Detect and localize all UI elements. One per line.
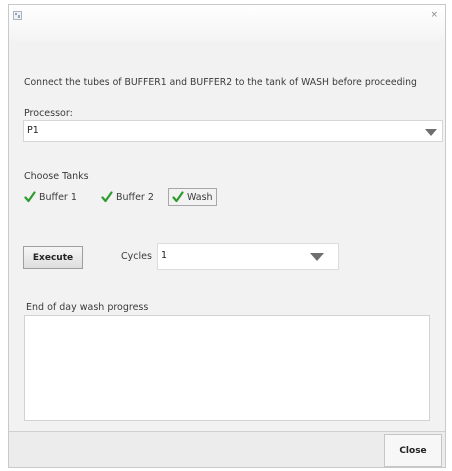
checkmark-icon — [24, 191, 36, 203]
cycles-value: 1 — [161, 250, 168, 261]
footer-bar: Close — [9, 431, 445, 467]
cycles-label: Cycles — [121, 251, 152, 262]
processor-value: P1 — [27, 125, 39, 136]
checkbox-label: Buffer 1 — [39, 191, 77, 203]
cycles-select[interactable]: 1 — [157, 243, 339, 270]
processor-select[interactable]: P1 — [23, 120, 443, 142]
checkbox-buffer-2[interactable]: Buffer 2 — [98, 188, 157, 206]
progress-label: End of day wash progress — [26, 302, 149, 313]
checkbox-wash[interactable]: Wash — [168, 188, 217, 206]
checkbox-label: Wash — [187, 191, 213, 203]
checkmark-icon — [101, 191, 113, 203]
app-icon — [13, 11, 22, 20]
execute-button[interactable]: Execute — [23, 246, 83, 269]
checkbox-label: Buffer 2 — [116, 191, 154, 203]
progress-log[interactable] — [24, 315, 430, 421]
title-bar: × — [9, 5, 445, 41]
close-button[interactable]: Close — [384, 434, 442, 467]
window-close-icon[interactable]: × — [430, 10, 438, 20]
instruction-text: Connect the tubes of BUFFER1 and BUFFER2… — [24, 77, 417, 88]
processor-label: Processor: — [24, 108, 73, 119]
chevron-down-icon — [310, 253, 324, 261]
wash-dialog: × Connect the tubes of BUFFER1 and BUFFE… — [8, 4, 446, 468]
checkmark-icon — [172, 191, 184, 203]
checkbox-buffer-1[interactable]: Buffer 1 — [21, 188, 80, 206]
chevron-down-icon — [425, 129, 437, 136]
choose-tanks-label: Choose Tanks — [24, 171, 89, 182]
